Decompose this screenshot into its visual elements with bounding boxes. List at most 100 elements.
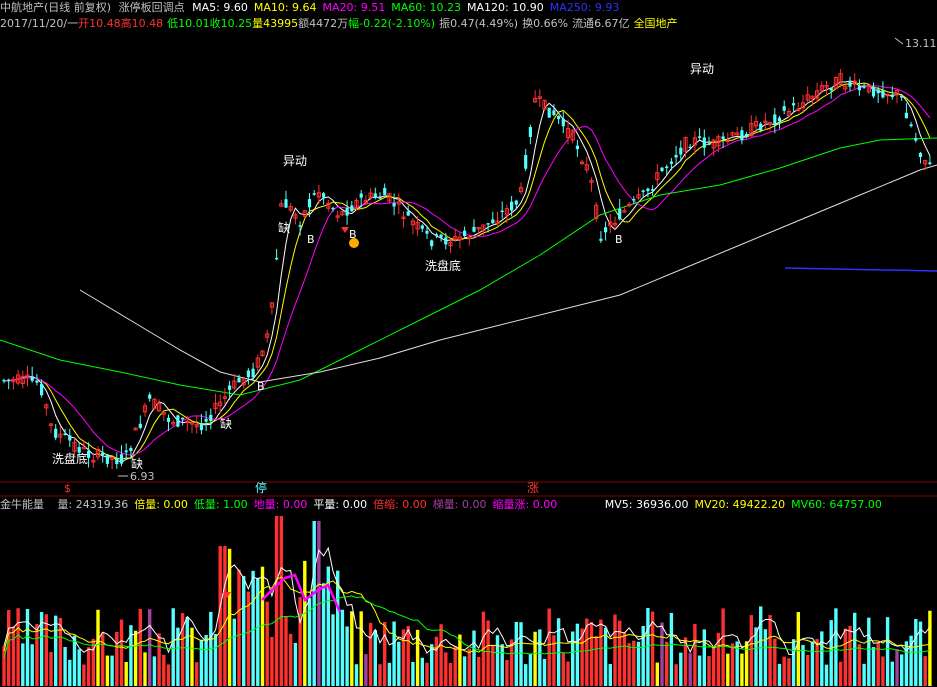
candle-body	[707, 143, 711, 145]
candle-body	[782, 106, 786, 111]
yidong-label: 异动	[283, 154, 307, 168]
candle-body	[514, 200, 518, 205]
volume-bar	[345, 626, 349, 686]
volume-bar	[759, 606, 763, 686]
volume-bar	[124, 661, 128, 686]
candle-body	[7, 379, 11, 382]
volume-bar	[77, 649, 81, 686]
que-label: 缺	[278, 220, 290, 235]
candle-body	[119, 454, 124, 464]
max-price-label: 13.11	[905, 37, 937, 50]
candle-body	[876, 89, 880, 94]
volume-bar	[777, 663, 782, 686]
volume-bar	[843, 628, 847, 686]
volume-bar	[660, 622, 664, 686]
yidong-label: 异动	[690, 62, 714, 76]
volume-bar	[54, 615, 58, 686]
candle-body	[199, 423, 203, 431]
volume-bar	[928, 610, 932, 686]
volume-bar	[571, 631, 575, 686]
volume-bar	[838, 661, 843, 686]
candle-body	[759, 123, 763, 131]
volume-bar	[500, 644, 504, 686]
volume-bar	[218, 546, 222, 686]
que-label: 缺	[131, 456, 143, 471]
candle-body	[524, 155, 528, 169]
volume-bar	[30, 644, 34, 686]
candle-body	[30, 376, 34, 381]
volume-bar	[260, 566, 265, 686]
volume-bar	[392, 621, 396, 686]
volume-bar	[707, 655, 711, 686]
candle-body	[665, 166, 669, 169]
volume-bar	[726, 653, 730, 686]
volume-bar	[561, 652, 565, 686]
candle-body	[251, 368, 255, 378]
volume-bar	[594, 636, 598, 686]
candle-body	[176, 415, 180, 427]
volume-ma-lines	[3, 546, 931, 659]
volume-bar	[702, 629, 706, 686]
volume-bar	[68, 659, 72, 686]
candle-body	[914, 138, 918, 141]
candle-body	[561, 118, 565, 127]
volume-bar	[791, 639, 796, 686]
volume-bar	[669, 612, 674, 686]
volume-bar	[477, 656, 481, 686]
volume-bar	[44, 614, 48, 686]
volume-bar	[35, 624, 39, 686]
b-signal-label: B	[257, 380, 265, 393]
candle-body	[246, 370, 250, 378]
volume-bar	[213, 634, 218, 686]
volume-bar	[881, 656, 885, 686]
volume-bar	[16, 608, 20, 686]
volume-bar	[552, 635, 556, 686]
volume-bar	[618, 620, 622, 686]
candle-body	[660, 167, 664, 171]
volume-bar	[768, 615, 772, 686]
volume-bar	[199, 639, 204, 686]
candle-body	[2, 379, 6, 382]
volume-bar	[524, 664, 528, 686]
volume-bar	[397, 641, 401, 686]
volume-bar	[495, 635, 500, 686]
volume-bar	[655, 662, 659, 686]
candle-body	[500, 210, 504, 213]
volume-bar	[86, 647, 91, 686]
volume-bar	[462, 656, 467, 686]
kline-chart-area[interactable]: 异动异动洗盘底洗盘底缺缺缺B B BB13.116.93停 涨$	[0, 0, 937, 687]
volume-bar	[608, 664, 612, 686]
candle-body	[547, 107, 551, 118]
candle-body	[63, 433, 67, 436]
volume-bar	[730, 643, 735, 686]
volume-bar	[289, 633, 293, 686]
volume-bar	[340, 609, 345, 686]
volume-bar	[796, 612, 800, 686]
candle-body	[857, 86, 861, 91]
volume-bar	[453, 646, 457, 686]
volume-bar	[599, 619, 603, 686]
volume-bar	[133, 630, 138, 686]
candle-body	[284, 199, 288, 208]
volume-bar	[270, 636, 274, 686]
candle-body	[491, 219, 495, 224]
volume-bar	[622, 632, 627, 686]
candle-body	[557, 116, 561, 120]
candlestick-series	[2, 68, 932, 470]
candle-body	[373, 193, 377, 198]
volume-bar	[303, 560, 307, 686]
mv5-line	[3, 546, 931, 656]
volume-bar	[434, 636, 439, 686]
volume-bar	[547, 608, 551, 686]
volume-bar	[354, 664, 359, 686]
candle-body	[383, 188, 387, 195]
volume-bar	[895, 649, 899, 686]
candle-body	[528, 127, 532, 137]
candle-body	[890, 95, 894, 98]
candle-body	[618, 208, 622, 220]
candle-body	[688, 146, 692, 149]
volume-bar	[763, 629, 768, 686]
candle-body	[275, 257, 279, 260]
candle-body	[918, 152, 923, 158]
candle-body	[472, 226, 476, 232]
